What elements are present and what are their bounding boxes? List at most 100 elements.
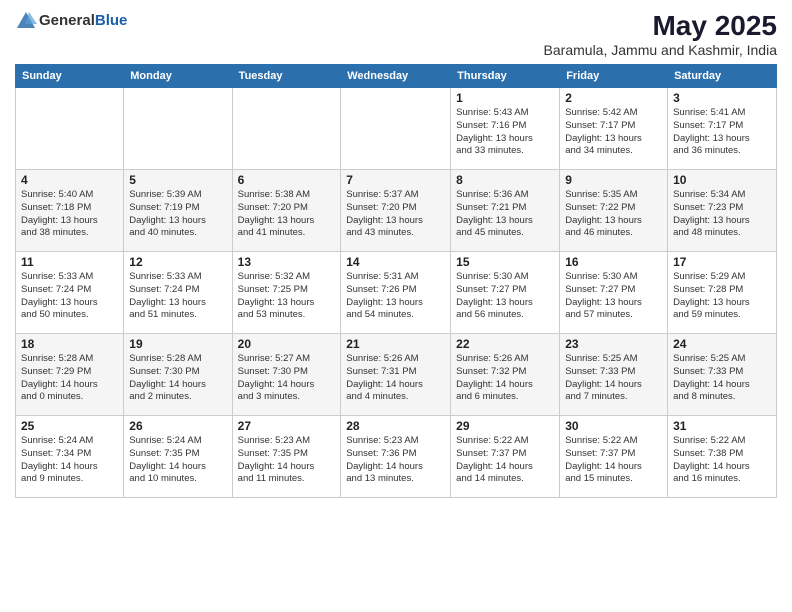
cell-5-3: 27 Sunrise: 5:23 AM Sunset: 7:35 PM Dayli… <box>232 416 341 498</box>
week-row-3: 11 Sunrise: 5:33 AM Sunset: 7:24 PM Dayli… <box>16 252 777 334</box>
week-row-4: 18 Sunrise: 5:28 AM Sunset: 7:29 PM Dayli… <box>16 334 777 416</box>
cell-5-5: 29Sunrise: 5:22 AM Sunset: 7:37 PM Dayli… <box>451 416 560 498</box>
cell-5-4: 28 Sunrise: 5:23 AM Sunset: 7:36 PM Dayli… <box>341 416 451 498</box>
day-number: 4 <box>21 173 118 187</box>
header-row: Sunday Monday Tuesday Wednesday Thursday… <box>16 65 777 88</box>
day-info: Sunrise: 5:26 AM Sunset: 7:31 PM Dayligh… <box>346 353 445 404</box>
week-row-2: 4Sunrise: 5:40 AM Sunset: 7:18 PM Daylig… <box>16 170 777 252</box>
day-number: 7 <box>346 173 445 187</box>
cell-2-5: 8 Sunrise: 5:36 AM Sunset: 7:21 PM Daylig… <box>451 170 560 252</box>
cell-5-6: 30 Sunrise: 5:22 AM Sunset: 7:37 PM Dayli… <box>560 416 668 498</box>
day-info: Sunrise: 5:24 AM Sunset: 7:35 PM Dayligh… <box>129 435 226 486</box>
col-tuesday: Tuesday <box>232 65 341 88</box>
cell-3-1: 11 Sunrise: 5:33 AM Sunset: 7:24 PM Dayli… <box>16 252 124 334</box>
day-number: 26 <box>129 419 226 433</box>
subtitle: Baramula, Jammu and Kashmir, India <box>544 42 777 58</box>
day-info: Sunrise: 5:23 AM Sunset: 7:36 PM Dayligh… <box>346 435 445 486</box>
day-number: 28 <box>346 419 445 433</box>
day-info: Sunrise: 5:28 AM Sunset: 7:29 PM Dayligh… <box>21 353 118 404</box>
day-info: Sunrise: 5:34 AM Sunset: 7:23 PM Dayligh… <box>673 189 771 240</box>
day-number: 17 <box>673 255 771 269</box>
page: GeneralBlue May 2025 Baramula, Jammu and… <box>0 0 792 612</box>
day-number: 18 <box>21 337 118 351</box>
day-info: Sunrise: 5:37 AM Sunset: 7:20 PM Dayligh… <box>346 189 445 240</box>
cell-4-4: 21 Sunrise: 5:26 AM Sunset: 7:31 PM Dayli… <box>341 334 451 416</box>
cell-4-1: 18 Sunrise: 5:28 AM Sunset: 7:29 PM Dayli… <box>16 334 124 416</box>
day-number: 6 <box>238 173 336 187</box>
week-row-5: 25 Sunrise: 5:24 AM Sunset: 7:34 PM Dayli… <box>16 416 777 498</box>
col-sunday: Sunday <box>16 65 124 88</box>
day-number: 12 <box>129 255 226 269</box>
cell-4-3: 20Sunrise: 5:27 AM Sunset: 7:30 PM Dayli… <box>232 334 341 416</box>
day-number: 22 <box>456 337 554 351</box>
main-title: May 2025 <box>544 10 777 42</box>
day-number: 1 <box>456 91 554 105</box>
day-number: 14 <box>346 255 445 269</box>
cell-1-5: 1Sunrise: 5:43 AM Sunset: 7:16 PM Daylig… <box>451 88 560 170</box>
day-number: 30 <box>565 419 662 433</box>
day-number: 27 <box>238 419 336 433</box>
cell-3-2: 12 Sunrise: 5:33 AM Sunset: 7:24 PM Dayli… <box>124 252 232 334</box>
day-info: Sunrise: 5:24 AM Sunset: 7:34 PM Dayligh… <box>21 435 118 486</box>
day-info: Sunrise: 5:35 AM Sunset: 7:22 PM Dayligh… <box>565 189 662 240</box>
day-info: Sunrise: 5:27 AM Sunset: 7:30 PM Dayligh… <box>238 353 336 404</box>
cell-3-7: 17 Sunrise: 5:29 AM Sunset: 7:28 PM Dayli… <box>668 252 777 334</box>
day-info: Sunrise: 5:22 AM Sunset: 7:37 PM Dayligh… <box>456 435 554 486</box>
cell-1-1 <box>16 88 124 170</box>
cell-2-7: 10 Sunrise: 5:34 AM Sunset: 7:23 PM Dayli… <box>668 170 777 252</box>
day-info: Sunrise: 5:25 AM Sunset: 7:33 PM Dayligh… <box>673 353 771 404</box>
cell-5-2: 26 Sunrise: 5:24 AM Sunset: 7:35 PM Dayli… <box>124 416 232 498</box>
day-number: 23 <box>565 337 662 351</box>
day-info: Sunrise: 5:36 AM Sunset: 7:21 PM Dayligh… <box>456 189 554 240</box>
col-thursday: Thursday <box>451 65 560 88</box>
day-number: 19 <box>129 337 226 351</box>
col-saturday: Saturday <box>668 65 777 88</box>
day-number: 5 <box>129 173 226 187</box>
day-number: 2 <box>565 91 662 105</box>
day-number: 3 <box>673 91 771 105</box>
day-info: Sunrise: 5:22 AM Sunset: 7:37 PM Dayligh… <box>565 435 662 486</box>
day-info: Sunrise: 5:31 AM Sunset: 7:26 PM Dayligh… <box>346 271 445 322</box>
day-info: Sunrise: 5:39 AM Sunset: 7:19 PM Dayligh… <box>129 189 226 240</box>
col-wednesday: Wednesday <box>341 65 451 88</box>
day-number: 11 <box>21 255 118 269</box>
day-info: Sunrise: 5:30 AM Sunset: 7:27 PM Dayligh… <box>565 271 662 322</box>
day-info: Sunrise: 5:33 AM Sunset: 7:24 PM Dayligh… <box>21 271 118 322</box>
cell-2-4: 7 Sunrise: 5:37 AM Sunset: 7:20 PM Daylig… <box>341 170 451 252</box>
day-number: 15 <box>456 255 554 269</box>
cell-5-1: 25 Sunrise: 5:24 AM Sunset: 7:34 PM Dayli… <box>16 416 124 498</box>
calendar-table: Sunday Monday Tuesday Wednesday Thursday… <box>15 64 777 498</box>
day-number: 31 <box>673 419 771 433</box>
logo-general: General <box>39 12 95 29</box>
cell-3-5: 15 Sunrise: 5:30 AM Sunset: 7:27 PM Dayli… <box>451 252 560 334</box>
cell-4-7: 24 Sunrise: 5:25 AM Sunset: 7:33 PM Dayli… <box>668 334 777 416</box>
day-info: Sunrise: 5:30 AM Sunset: 7:27 PM Dayligh… <box>456 271 554 322</box>
day-number: 25 <box>21 419 118 433</box>
cell-3-6: 16Sunrise: 5:30 AM Sunset: 7:27 PM Dayli… <box>560 252 668 334</box>
day-number: 21 <box>346 337 445 351</box>
col-friday: Friday <box>560 65 668 88</box>
week-row-1: 1Sunrise: 5:43 AM Sunset: 7:16 PM Daylig… <box>16 88 777 170</box>
cell-1-3 <box>232 88 341 170</box>
cell-2-1: 4Sunrise: 5:40 AM Sunset: 7:18 PM Daylig… <box>16 170 124 252</box>
day-info: Sunrise: 5:33 AM Sunset: 7:24 PM Dayligh… <box>129 271 226 322</box>
logo-icon <box>15 10 37 32</box>
logo: GeneralBlue <box>15 10 127 32</box>
day-number: 10 <box>673 173 771 187</box>
day-number: 24 <box>673 337 771 351</box>
day-number: 9 <box>565 173 662 187</box>
cell-4-2: 19 Sunrise: 5:28 AM Sunset: 7:30 PM Dayli… <box>124 334 232 416</box>
day-info: Sunrise: 5:32 AM Sunset: 7:25 PM Dayligh… <box>238 271 336 322</box>
cell-2-6: 9 Sunrise: 5:35 AM Sunset: 7:22 PM Daylig… <box>560 170 668 252</box>
cell-5-7: 31 Sunrise: 5:22 AM Sunset: 7:38 PM Dayli… <box>668 416 777 498</box>
cell-2-2: 5 Sunrise: 5:39 AM Sunset: 7:19 PM Daylig… <box>124 170 232 252</box>
day-info: Sunrise: 5:29 AM Sunset: 7:28 PM Dayligh… <box>673 271 771 322</box>
day-info: Sunrise: 5:28 AM Sunset: 7:30 PM Dayligh… <box>129 353 226 404</box>
day-number: 8 <box>456 173 554 187</box>
day-info: Sunrise: 5:23 AM Sunset: 7:35 PM Dayligh… <box>238 435 336 486</box>
day-info: Sunrise: 5:22 AM Sunset: 7:38 PM Dayligh… <box>673 435 771 486</box>
day-info: Sunrise: 5:38 AM Sunset: 7:20 PM Dayligh… <box>238 189 336 240</box>
day-info: Sunrise: 5:41 AM Sunset: 7:17 PM Dayligh… <box>673 107 771 158</box>
logo-blue: Blue <box>95 12 128 29</box>
cell-3-3: 13Sunrise: 5:32 AM Sunset: 7:25 PM Dayli… <box>232 252 341 334</box>
